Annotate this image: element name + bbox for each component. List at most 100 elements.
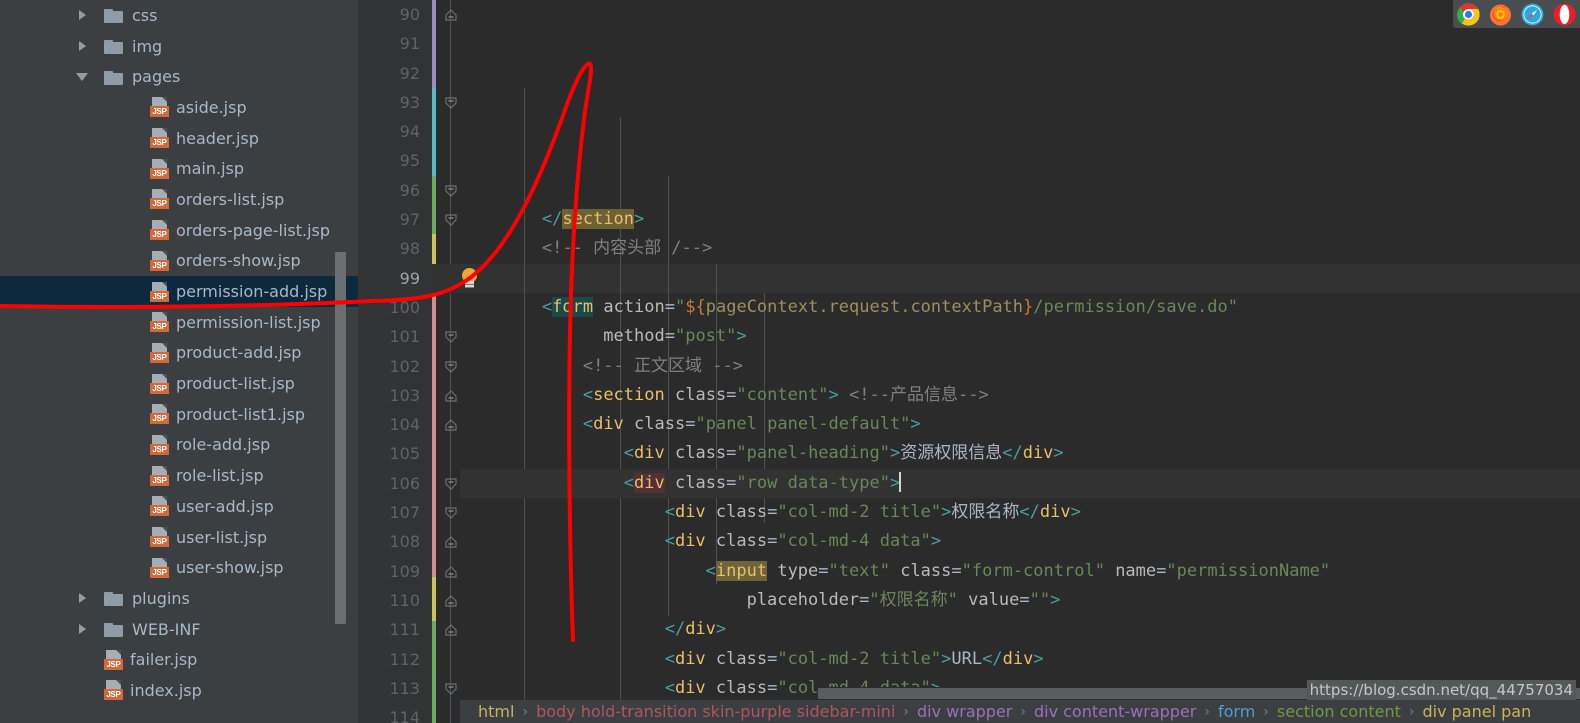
- chevron-right-icon[interactable]: [72, 36, 92, 56]
- tree-item-label: plugins: [132, 588, 190, 608]
- opera-icon[interactable]: [1553, 2, 1576, 26]
- tree-item-product-list1-jsp[interactable]: JSP product-list1.jsp: [0, 399, 358, 430]
- tree-item-role-list-jsp[interactable]: JSP role-list.jsp: [0, 460, 358, 491]
- tree-item-label: header.jsp: [176, 128, 259, 148]
- breadcrumb-separator: ›: [1263, 703, 1269, 720]
- code-line[interactable]: placeholder="权限名称" value="">: [460, 586, 1580, 615]
- breadcrumb[interactable]: html › body hold-transition skin-purple si…: [460, 700, 1580, 723]
- breadcrumb-item-panel[interactable]: div panel pan: [1422, 702, 1531, 721]
- tree-item-img[interactable]: img: [0, 31, 358, 62]
- fold-end-icon[interactable]: [443, 564, 459, 580]
- tree-item-css[interactable]: css: [0, 0, 358, 31]
- line-number: 91: [399, 34, 420, 54]
- code-editor[interactable]: 90 91 92 93 94 95 96 97 98 99 100 101 102 103 104 105 10…: [358, 0, 1580, 723]
- jsp-file-icon: JSP: [150, 434, 169, 455]
- code-line[interactable]: [460, 264, 1580, 293]
- chevron-right-icon[interactable]: [72, 588, 92, 608]
- tree-item-orders-page-list-jsp[interactable]: JSP orders-page-list.jsp: [0, 215, 358, 246]
- line-number: 109: [389, 561, 420, 581]
- fold-collapse-icon[interactable]: [443, 183, 459, 199]
- firefox-icon[interactable]: [1489, 3, 1512, 26]
- tree-item-user-list-jsp[interactable]: JSP user-list.jsp: [0, 522, 358, 553]
- tree-item-orders-show-jsp[interactable]: JSP orders-show.jsp: [0, 246, 358, 277]
- tree-item-WEB-INF[interactable]: WEB-INF: [0, 614, 358, 645]
- breadcrumb-item-form[interactable]: form: [1218, 702, 1255, 721]
- tree-item-failer-jsp[interactable]: JSP failer.jsp: [0, 644, 358, 675]
- jsp-file-icon: JSP: [150, 404, 169, 425]
- tree-item-role-add-jsp[interactable]: JSP role-add.jsp: [0, 430, 358, 461]
- code-line[interactable]: method="post">: [460, 322, 1580, 351]
- code-line[interactable]: </section>: [460, 205, 1580, 234]
- code-folding-column[interactable]: [442, 0, 460, 723]
- project-tree-panel[interactable]: css img pages JSP aside.jsp JSP header.jsp JSP m…: [0, 0, 358, 723]
- code-text-area[interactable]: </section> <!-- 内容头部 /--> <form action="…: [460, 0, 1580, 723]
- fold-collapse-icon[interactable]: [443, 95, 459, 111]
- tree-item-label: orders-page-list.jsp: [176, 220, 331, 240]
- tree-item-product-add-jsp[interactable]: JSP product-add.jsp: [0, 338, 358, 369]
- fold-collapse-icon[interactable]: [443, 476, 459, 492]
- tree-item-label: product-list.jsp: [176, 374, 295, 394]
- jsp-file-icon: JSP: [104, 680, 123, 701]
- breadcrumb-item-body[interactable]: body hold-transition skin-purple sidebar…: [536, 702, 895, 721]
- tree-item-orders-list-jsp[interactable]: JSP orders-list.jsp: [0, 184, 358, 215]
- code-line[interactable]: </div>: [460, 615, 1580, 644]
- line-number: 105: [389, 444, 420, 464]
- fold-end-icon[interactable]: [443, 534, 459, 550]
- code-line[interactable]: <div class="col-md-4 data">: [460, 527, 1580, 556]
- lightbulb-base: [465, 280, 474, 288]
- breadcrumb-separator: ›: [903, 703, 909, 720]
- tree-item-label: css: [132, 5, 158, 25]
- fold-collapse-icon[interactable]: [443, 505, 459, 521]
- jsp-file-icon: JSP: [150, 281, 169, 302]
- line-number: 96: [399, 180, 420, 200]
- tree-item-aside-jsp[interactable]: JSP aside.jsp: [0, 92, 358, 123]
- tree-item-product-list-jsp[interactable]: JSP product-list.jsp: [0, 368, 358, 399]
- fold-end-icon[interactable]: [443, 622, 459, 638]
- fold-collapse-icon[interactable]: [443, 359, 459, 375]
- tree-item-main-jsp[interactable]: JSP main.jsp: [0, 153, 358, 184]
- chevron-right-icon[interactable]: [72, 619, 92, 639]
- chevron-down-icon[interactable]: [72, 67, 92, 87]
- tree-item-permission-add-jsp[interactable]: JSP permission-add.jsp: [0, 276, 358, 307]
- tree-item-permission-list-jsp[interactable]: JSP permission-list.jsp: [0, 307, 358, 338]
- tree-item-label: user-add.jsp: [176, 496, 274, 516]
- browser-run-toolbar[interactable]: [1453, 0, 1580, 28]
- code-line[interactable]: <div class="panel panel-default">: [460, 410, 1580, 439]
- code-line[interactable]: <div class="panel-heading">资源权限信息</div>: [460, 439, 1580, 468]
- code-line[interactable]: <form action="${pageContext.request.cont…: [460, 293, 1580, 322]
- safari-icon[interactable]: [1521, 2, 1544, 26]
- tree-item-header-jsp[interactable]: JSP header.jsp: [0, 123, 358, 154]
- fold-collapse-icon[interactable]: [443, 681, 459, 697]
- line-number: 97: [399, 210, 420, 230]
- fold-end-icon[interactable]: [443, 388, 459, 404]
- fold-collapse-icon[interactable]: [443, 212, 459, 228]
- tree-item-index-jsp[interactable]: JSP index.jsp: [0, 675, 358, 706]
- code-line[interactable]: <section class="content"> <!--产品信息-->: [460, 381, 1580, 410]
- tree-item-user-show-jsp[interactable]: JSP user-show.jsp: [0, 552, 358, 583]
- breadcrumb-item-section[interactable]: section content: [1277, 702, 1401, 721]
- code-line[interactable]: <div class="row data-type">: [460, 468, 1580, 499]
- fold-end-icon[interactable]: [443, 417, 459, 433]
- fold-end-icon[interactable]: [443, 593, 459, 609]
- code-line[interactable]: <div class="col-md-2 title">权限名称</div>: [460, 498, 1580, 527]
- jsp-file-icon: JSP: [104, 649, 123, 670]
- breadcrumb-item-wrapper[interactable]: div wrapper: [917, 702, 1012, 721]
- tree-item-pages[interactable]: pages: [0, 61, 358, 92]
- code-line[interactable]: <div class="col-md-2 title">URL</div>: [460, 645, 1580, 674]
- fold-collapse-icon[interactable]: [443, 329, 459, 345]
- lightbulb-icon[interactable]: [459, 267, 481, 290]
- chevron-right-icon[interactable]: [72, 5, 92, 25]
- breadcrumb-item-content-wrapper[interactable]: div content-wrapper: [1034, 702, 1196, 721]
- jsp-file-icon: JSP: [150, 465, 169, 486]
- project-tree-scrollbar[interactable]: [335, 252, 346, 624]
- code-line[interactable]: <!-- 内容头部 /-->: [460, 234, 1580, 263]
- vcs-change-stripe: [432, 0, 436, 723]
- fold-end-icon[interactable]: [443, 7, 459, 23]
- chrome-icon[interactable]: [1457, 2, 1480, 26]
- code-line[interactable]: <!-- 正文区域 -->: [460, 352, 1580, 381]
- code-line[interactable]: <input type="text" class="form-control" …: [460, 557, 1580, 586]
- tree-item-user-add-jsp[interactable]: JSP user-add.jsp: [0, 491, 358, 522]
- breadcrumb-item-html[interactable]: html: [478, 702, 514, 721]
- tree-item-plugins[interactable]: plugins: [0, 583, 358, 614]
- line-number: 100: [389, 297, 420, 317]
